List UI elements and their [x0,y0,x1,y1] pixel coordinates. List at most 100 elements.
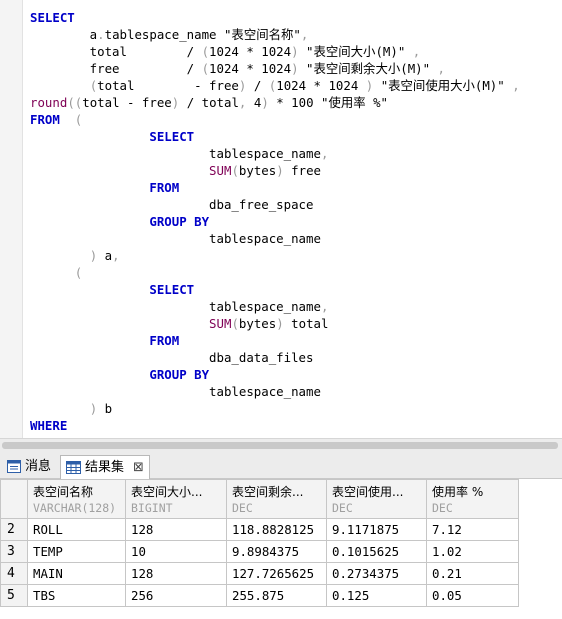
editor-horizontal-scrollbar[interactable] [0,438,562,452]
table-cell[interactable]: 7.12 [426,518,519,541]
sql-token: , [412,44,421,59]
column-type: DEC [332,501,353,515]
sql-token: free / [30,61,202,76]
table-cell[interactable]: 0.05 [426,584,519,607]
table-cell[interactable]: 256 [125,584,227,607]
table-cell[interactable]: TBS [27,584,126,607]
sql-keyword: GROUP BY [149,367,210,382]
scrollbar-thumb[interactable] [2,442,558,449]
sql-token: total [283,316,329,331]
row-number[interactable]: 5 [0,584,28,607]
code-line[interactable]: tablespace_name, [30,145,520,162]
sql-function: SUM [209,163,232,178]
code-line[interactable]: FROM [30,332,520,349]
sql-function: SUM [209,316,232,331]
code-line[interactable]: ) a, [30,247,520,264]
tab-messages[interactable]: 消息 [4,455,54,478]
result-grid[interactable]: 表空间名称 VARCHAR(128) 表空间大小... BIGINT 表空间剩余... D… [0,479,562,619]
table-cell[interactable]: 128 [125,518,227,541]
column-type: DEC [232,501,253,515]
code-line[interactable]: ) b [30,400,520,417]
code-line[interactable]: ( [30,264,520,281]
sql-token: * 100 "使用率 %" [268,95,389,110]
close-tab-icon[interactable]: ⊠ [133,456,144,479]
code-line[interactable]: GROUP BY [30,366,520,383]
column-name: 表空间名称 [33,485,94,499]
code-line[interactable]: a.tablespace_name "表空间名称", [30,26,520,43]
code-line[interactable]: round((total - free) / total, 4) * 100 "… [30,94,520,111]
result-tabbar: 消息 结果集 ⊠ [0,452,562,479]
table-row[interactable]: 4 MAIN 128 127.7265625 0.2734375 0.21 [0,562,519,585]
sql-keyword: FROM [149,333,180,348]
column-header[interactable]: 表空间使用... DEC [326,479,427,519]
code-line[interactable]: FROM ( [30,111,520,128]
table-cell[interactable]: MAIN [27,562,126,585]
code-line[interactable]: GROUP BY [30,213,520,230]
sql-keyword: SELECT [149,129,195,144]
sql-token: 1024 * 1024 [209,61,292,76]
sql-token: / [246,78,269,93]
tab-results[interactable]: 结果集 ⊠ [60,455,150,479]
table-cell[interactable]: 0.125 [326,584,427,607]
column-header[interactable]: 使用率 % DEC [426,479,519,519]
code-line[interactable]: dba_free_space [30,196,520,213]
table-cell[interactable]: 118.8828125 [226,518,327,541]
table-cell[interactable]: 9.1171875 [326,518,427,541]
row-number[interactable]: 2 [0,518,28,541]
column-header[interactable]: 表空间剩余... DEC [226,479,327,519]
code-line[interactable]: tablespace_name [30,230,520,247]
sql-token: bytes [238,316,277,331]
column-header[interactable]: 表空间大小... BIGINT [125,479,227,519]
column-type: DEC [432,501,453,515]
code-line[interactable]: SUM(bytes) free [30,162,520,179]
code-line[interactable]: SELECT [30,9,520,26]
code-line[interactable]: tablespace_name [30,383,520,400]
sql-token: ( [74,112,83,127]
table-row[interactable]: 3 TEMP 10 9.8984375 0.1015625 1.02 [0,540,519,563]
table-cell[interactable]: TEMP [27,540,126,563]
code-line[interactable]: tablespace_name, [30,298,520,315]
sql-editor[interactable]: SELECT a.tablespace_name "表空间名称", total … [0,0,562,438]
table-cell[interactable]: 1.02 [426,540,519,563]
table-cell[interactable]: ROLL [27,518,126,541]
code-line[interactable]: dba_data_files [30,349,520,366]
table-cell[interactable]: 10 [125,540,227,563]
sql-keyword: FROM [30,112,60,127]
code-line[interactable]: SELECT [30,128,520,145]
table-row[interactable]: 2 ROLL 128 118.8828125 9.1171875 7.12 [0,518,519,541]
sql-keyword: FROM [149,180,180,195]
table-cell[interactable]: 9.8984375 [226,540,327,563]
row-number[interactable]: 4 [0,562,28,585]
code-line[interactable]: WHERE [30,417,520,434]
sql-token: b [97,401,113,416]
table-cell[interactable]: 127.7265625 [226,562,327,585]
table-cell[interactable]: 0.2734375 [326,562,427,585]
sql-token: "表空间使用大小(M)" [373,78,513,93]
code-line[interactable]: (total - free) / (1024 * 1024 ) "表空间使用大小… [30,77,520,94]
sql-token: "表空间剩余大小(M)" [298,61,438,76]
sql-token: ( [231,163,239,178]
table-cell[interactable]: 128 [125,562,227,585]
sql-function: round [30,95,68,110]
sql-code[interactable]: SELECT a.tablespace_name "表空间名称", total … [30,9,520,434]
tab-results-label: 结果集 [85,460,125,475]
column-header[interactable]: 表空间名称 VARCHAR(128) [27,479,126,519]
code-line[interactable]: FROM [30,179,520,196]
code-line[interactable]: total / (1024 * 1024) "表空间大小(M)" , [30,43,520,60]
column-name: 表空间大小... [131,485,203,499]
table-cell[interactable]: 0.1015625 [326,540,427,563]
code-line[interactable]: free / (1024 * 1024) "表空间剩余大小(M)" , [30,60,520,77]
table-cell[interactable]: 0.21 [426,562,519,585]
sql-token: total / [30,44,202,59]
table-cell[interactable]: 255.875 [226,584,327,607]
table-row[interactable]: 5 TBS 256 255.875 0.125 0.05 [0,584,519,607]
code-line[interactable]: SUM(bytes) total [30,315,520,332]
sql-token: "表空间大小(M)" [298,44,413,59]
row-number[interactable]: 3 [0,540,28,563]
sql-token: tablespace_name [30,146,321,161]
code-line[interactable]: SELECT [30,281,520,298]
